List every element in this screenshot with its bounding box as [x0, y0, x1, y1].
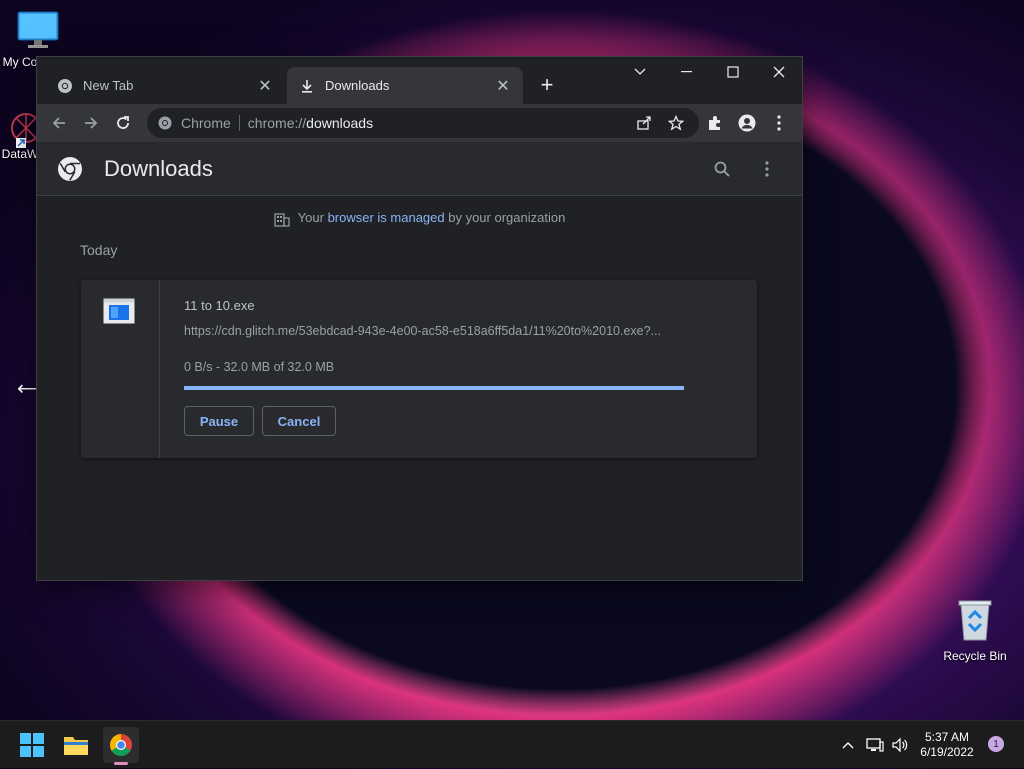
forward-button[interactable]	[77, 109, 105, 137]
download-icon	[299, 78, 315, 94]
tab-search-icon[interactable]	[617, 57, 663, 87]
downloads-header: Downloads	[37, 142, 802, 196]
building-icon	[274, 212, 290, 227]
reload-button[interactable]	[109, 109, 137, 137]
exe-file-icon	[103, 298, 135, 324]
chrome-taskbar-button[interactable]	[103, 727, 139, 765]
site-chip: Chrome	[181, 115, 231, 131]
close-tab-icon[interactable]: ✕	[495, 78, 511, 95]
search-downloads-button[interactable]	[709, 156, 735, 182]
arrow-right-icon	[85, 117, 98, 129]
back-button[interactable]	[45, 109, 73, 137]
system-clock[interactable]: 5:37 AM 6/19/2022	[912, 730, 982, 760]
volume-icon[interactable]	[889, 721, 911, 769]
recycle-bin-icon	[958, 600, 992, 641]
monitor-icon	[17, 11, 59, 48]
desktop-icon-recycle-bin[interactable]: Recycle Bin	[940, 598, 1010, 663]
folder-icon	[64, 737, 88, 755]
download-item: 11 to 10.exe https://cdn.glitch.me/53ebd…	[81, 280, 757, 458]
download-progress-bar	[184, 386, 684, 390]
chrome-logo-icon	[58, 157, 82, 181]
desktop-icon-label: Recycle Bin	[943, 649, 1007, 663]
download-progress-fill	[184, 386, 684, 390]
taskbar: 5:37 AM 6/19/2022	[0, 720, 1024, 768]
chevron-up-icon	[842, 742, 854, 749]
tab-strip: New Tab ✕ Downloads ✕ +	[37, 57, 802, 104]
download-filename[interactable]: 11 to 10.exe	[184, 298, 255, 313]
reload-icon	[117, 116, 129, 129]
tab-title: Downloads	[325, 78, 390, 93]
tab-downloads[interactable]: Downloads ✕	[287, 67, 523, 104]
browser-toolbar: Chrome chrome:// downloads	[37, 104, 802, 142]
clock-time: 5:37 AM	[924, 730, 970, 744]
browser-managed-link[interactable]: browser is managed	[328, 210, 445, 225]
desktop-icon-my-computer[interactable]: My Co	[0, 10, 59, 69]
tab-title: New Tab	[83, 78, 134, 93]
date-header: Today	[80, 242, 118, 258]
puzzle-icon	[709, 116, 720, 130]
file-explorer-button[interactable]	[58, 727, 94, 763]
tab-new-tab[interactable]: New Tab ✕	[45, 67, 285, 104]
address-bar[interactable]: Chrome chrome:// downloads	[147, 108, 699, 138]
file-icon-column	[81, 280, 160, 458]
notification-badge[interactable]: 1	[988, 736, 1004, 752]
managed-prefix: Your	[297, 210, 328, 225]
profile-avatar-icon	[738, 114, 756, 132]
new-tab-button[interactable]: +	[533, 71, 561, 99]
page-title: Downloads	[104, 156, 213, 181]
maximize-button[interactable]	[710, 57, 756, 87]
profile-button[interactable]	[733, 109, 761, 137]
chrome-icon	[57, 78, 73, 94]
chrome-icon	[157, 115, 173, 131]
cancel-button[interactable]: Cancel	[262, 406, 336, 436]
url-host: downloads	[306, 115, 374, 131]
close-window-button[interactable]	[756, 57, 802, 87]
minimize-button[interactable]	[664, 57, 710, 87]
close-tab-icon[interactable]: ✕	[257, 78, 273, 95]
download-status: 0 B/s - 32.0 MB of 32.0 MB	[184, 360, 335, 374]
download-url[interactable]: https://cdn.glitch.me/53ebdcad-943e-4e00…	[184, 324, 684, 338]
clock-date: 6/19/2022	[920, 745, 974, 759]
omnibox-divider	[238, 115, 240, 131]
share-icon[interactable]	[632, 111, 656, 135]
url-scheme: chrome://	[247, 115, 307, 131]
chrome-menu-button[interactable]	[765, 109, 793, 137]
downloads-content: Your browser is managed by your organiza…	[37, 196, 802, 579]
desktop-icon-label: My Co	[2, 55, 38, 69]
bookmark-star-icon[interactable]	[664, 111, 688, 135]
pause-button[interactable]: Pause	[184, 406, 254, 436]
desktop-icon-label: DataW	[1, 147, 39, 161]
downloads-menu-button[interactable]	[754, 156, 780, 182]
kebab-menu-icon	[777, 115, 781, 131]
chrome-icon	[110, 734, 132, 756]
desktop-icon-dataw[interactable]: DataW	[0, 108, 41, 161]
kebab-menu-icon	[765, 161, 769, 177]
managed-suffix: by your organization	[444, 210, 566, 225]
show-hidden-icons-button[interactable]	[838, 721, 858, 769]
arrow-left-icon	[52, 117, 65, 129]
windows-logo-icon	[20, 733, 44, 757]
managed-notice: Your browser is managed by your organiza…	[37, 210, 802, 227]
search-icon	[714, 161, 730, 177]
browser-window: New Tab ✕ Downloads ✕ + Chrome chrome://…	[36, 56, 803, 581]
extensions-button[interactable]	[701, 109, 729, 137]
active-app-indicator	[114, 762, 128, 765]
start-button[interactable]	[14, 727, 50, 763]
network-icon[interactable]	[864, 721, 886, 769]
